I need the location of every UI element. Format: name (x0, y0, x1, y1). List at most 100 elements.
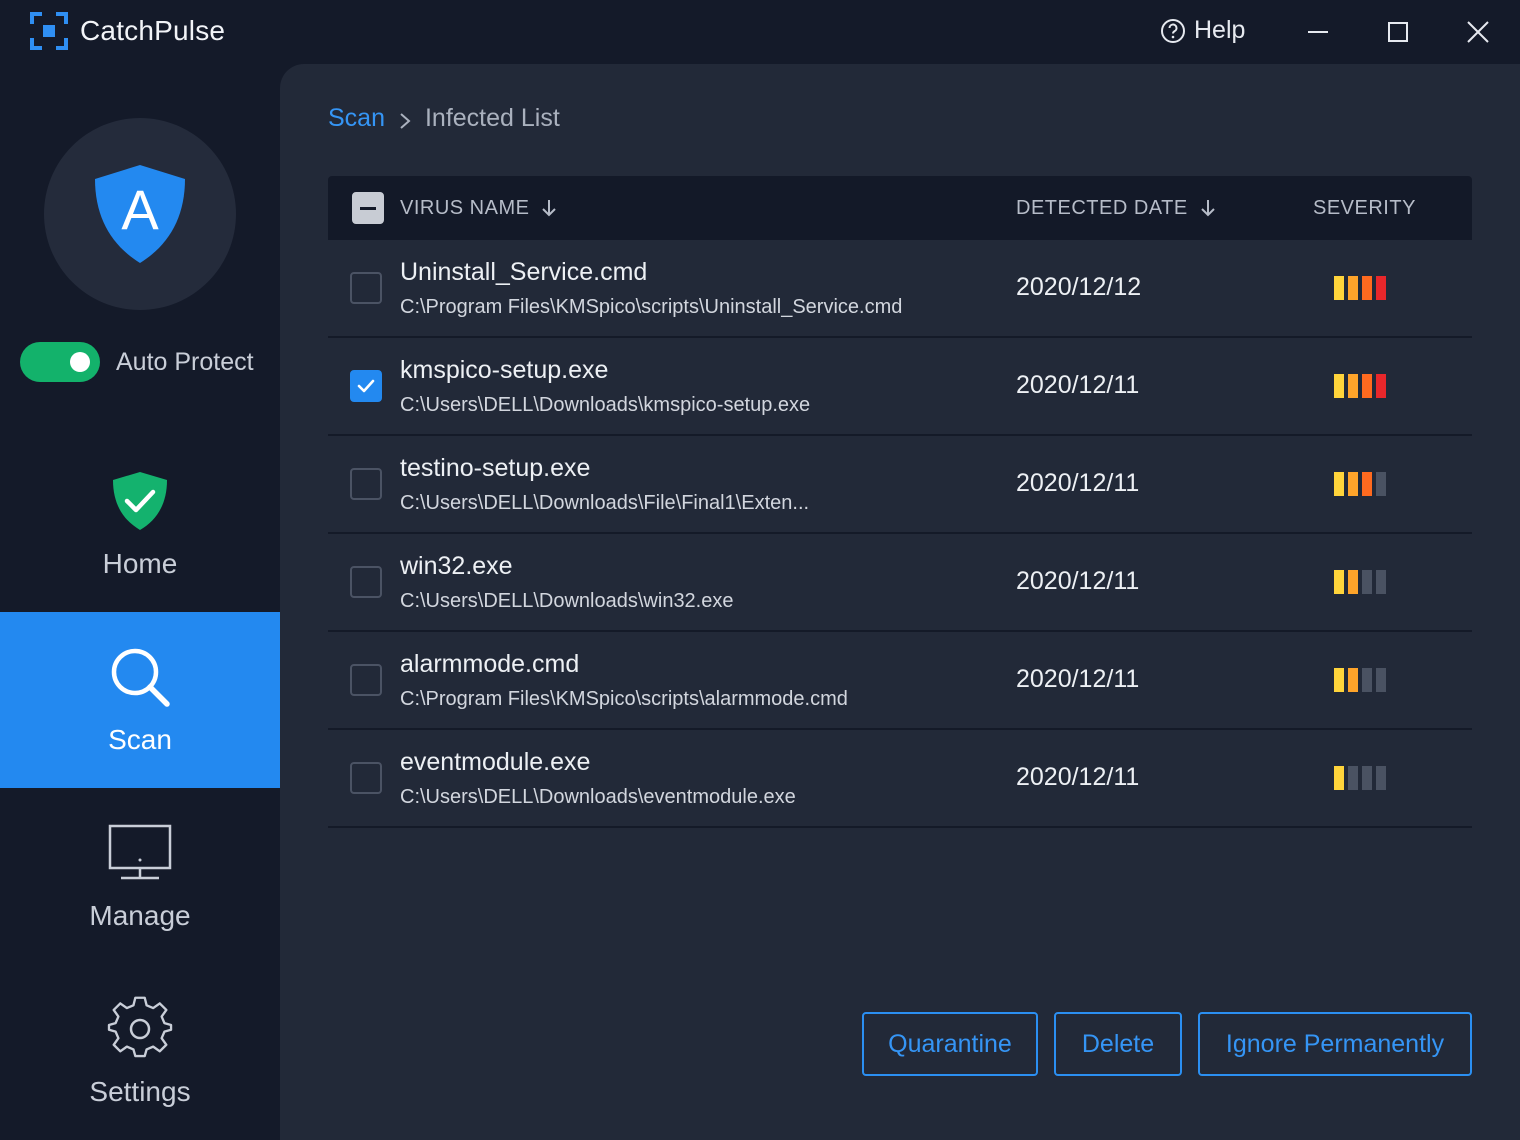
help-label: Help (1194, 16, 1246, 44)
column-header-detected-date[interactable]: DETECTED DATE (1016, 176, 1216, 240)
toggle-knob (70, 352, 90, 372)
severity-bar (1334, 668, 1344, 692)
detected-date: 2020/12/11 (1016, 567, 1140, 595)
minimize-button[interactable] (1300, 14, 1336, 50)
severity-bar (1334, 276, 1344, 300)
severity-meter (1334, 570, 1390, 594)
severity-bar (1348, 766, 1358, 790)
severity-meter (1334, 472, 1390, 496)
column-header-label: DETECTED DATE (1016, 196, 1188, 219)
table-row[interactable]: kmspico-setup.exe C:\Users\DELL\Download… (328, 338, 1472, 436)
severity-meter (1334, 276, 1390, 300)
app-name: CatchPulse (80, 15, 226, 46)
column-header-virus-name[interactable]: VIRUS NAME (400, 176, 557, 240)
table-row[interactable]: testino-setup.exe C:\Users\DELL\Download… (328, 436, 1472, 534)
file-path: C:\Users\DELL\Downloads\File\Final1\Exte… (400, 492, 810, 514)
virus-name: eventmodule.exe (400, 748, 591, 776)
sidebar-item-label: Home (102, 548, 178, 579)
maximize-button[interactable] (1380, 14, 1416, 50)
breadcrumb-scan-link[interactable]: Scan (328, 104, 385, 133)
detected-date: 2020/12/11 (1016, 763, 1140, 791)
main-panel: Scan Infected List VIRUS NAME DETECTED D… (280, 64, 1520, 1140)
file-path: C:\Users\DELL\Downloads\kmspico-setup.ex… (400, 394, 811, 416)
indeterminate-dash-icon (360, 206, 376, 210)
auto-protect-label: Auto Protect (116, 347, 254, 376)
sidebar-item-scan[interactable]: Scan (0, 612, 280, 788)
severity-bar (1334, 472, 1344, 496)
severity-bar (1348, 472, 1358, 496)
detected-date: 2020/12/11 (1016, 371, 1140, 399)
severity-bar (1334, 570, 1344, 594)
row-checkbox[interactable] (350, 664, 382, 696)
sidebar-item-label: Scan (108, 724, 172, 755)
severity-bar (1348, 374, 1358, 398)
protection-status: A (44, 118, 236, 310)
breadcrumb-current: Infected List (424, 104, 560, 132)
column-header-severity: SEVERITY (1313, 176, 1416, 240)
close-icon (1467, 21, 1489, 43)
severity-bar (1334, 374, 1344, 398)
sidebar-item-label: Manage (89, 900, 191, 931)
severity-bar (1348, 570, 1358, 594)
row-checkbox[interactable] (350, 272, 382, 304)
virus-name: win32.exe (400, 552, 513, 580)
select-all-checkbox[interactable] (352, 192, 384, 224)
catchpulse-logo-icon (30, 12, 68, 50)
sidebar: A Auto Protect Home Scan Manage Settings (0, 64, 280, 1140)
severity-meter (1334, 668, 1390, 692)
minimize-icon (1308, 31, 1328, 33)
severity-bar (1376, 374, 1386, 398)
virus-name: Uninstall_Service.cmd (400, 258, 648, 286)
file-path: C:\Program Files\KMSpico\scripts\alarmmo… (400, 688, 848, 710)
row-checkbox[interactable] (350, 370, 382, 402)
file-path: C:\Program Files\KMSpico\scripts\Uninsta… (400, 296, 903, 318)
severity-bar (1376, 766, 1386, 790)
table-row[interactable]: Uninstall_Service.cmd C:\Program Files\K… (328, 240, 1472, 338)
file-path: C:\Users\DELL\Downloads\eventmodule.exe (400, 786, 796, 808)
row-checkbox[interactable] (350, 762, 382, 794)
ignore-permanently-button[interactable]: Ignore Permanently (1198, 1012, 1472, 1076)
delete-button[interactable]: Delete (1054, 1012, 1182, 1076)
sidebar-item-settings[interactable]: Settings (0, 964, 280, 1140)
arrow-down-icon (1200, 198, 1216, 218)
virus-name: alarmmode.cmd (400, 650, 580, 678)
select-all-cell (352, 176, 384, 240)
detected-date: 2020/12/11 (1016, 665, 1140, 693)
auto-protect-toggle[interactable] (20, 342, 100, 382)
gear-icon (107, 996, 173, 1058)
close-button[interactable] (1460, 14, 1496, 50)
file-path: C:\Users\DELL\Downloads\win32.exe (400, 590, 734, 612)
chevron-right-icon (397, 109, 413, 129)
shield-letter: A (121, 178, 159, 241)
table-body: Uninstall_Service.cmd C:\Program Files\K… (328, 240, 1472, 828)
severity-bar (1362, 668, 1372, 692)
title-bar: CatchPulse Help (0, 0, 1520, 64)
column-header-label: VIRUS NAME (400, 196, 530, 219)
shield-icon: A (95, 165, 185, 263)
severity-bar (1334, 766, 1344, 790)
severity-bar (1362, 766, 1372, 790)
breadcrumb: Scan Infected List (328, 104, 560, 133)
arrow-down-icon (541, 198, 557, 218)
help-icon (1161, 18, 1185, 43)
severity-bar (1376, 276, 1386, 300)
sidebar-item-home[interactable]: Home (0, 436, 280, 612)
quarantine-button[interactable]: Quarantine (862, 1012, 1038, 1076)
detected-date: 2020/12/11 (1016, 469, 1140, 497)
infected-list-table: VIRUS NAME DETECTED DATE SEVERITY Uninst… (328, 176, 1472, 828)
detected-date: 2020/12/12 (1016, 273, 1142, 301)
table-row[interactable]: win32.exe C:\Users\DELL\Downloads\win32.… (328, 534, 1472, 632)
severity-bar (1362, 472, 1372, 496)
table-row[interactable]: alarmmode.cmd C:\Program Files\KMSpico\s… (328, 632, 1472, 730)
row-checkbox[interactable] (350, 468, 382, 500)
help-button[interactable]: Help (1160, 16, 1245, 45)
severity-bar (1348, 668, 1358, 692)
maximize-icon (1388, 22, 1408, 42)
table-row[interactable]: eventmodule.exe C:\Users\DELL\Downloads\… (328, 730, 1472, 828)
severity-bar (1348, 276, 1358, 300)
auto-protect: Auto Protect (20, 342, 254, 382)
column-header-label: SEVERITY (1313, 196, 1416, 219)
row-checkbox[interactable] (350, 566, 382, 598)
sidebar-item-manage[interactable]: Manage (0, 788, 280, 964)
brand: CatchPulse (30, 12, 225, 50)
